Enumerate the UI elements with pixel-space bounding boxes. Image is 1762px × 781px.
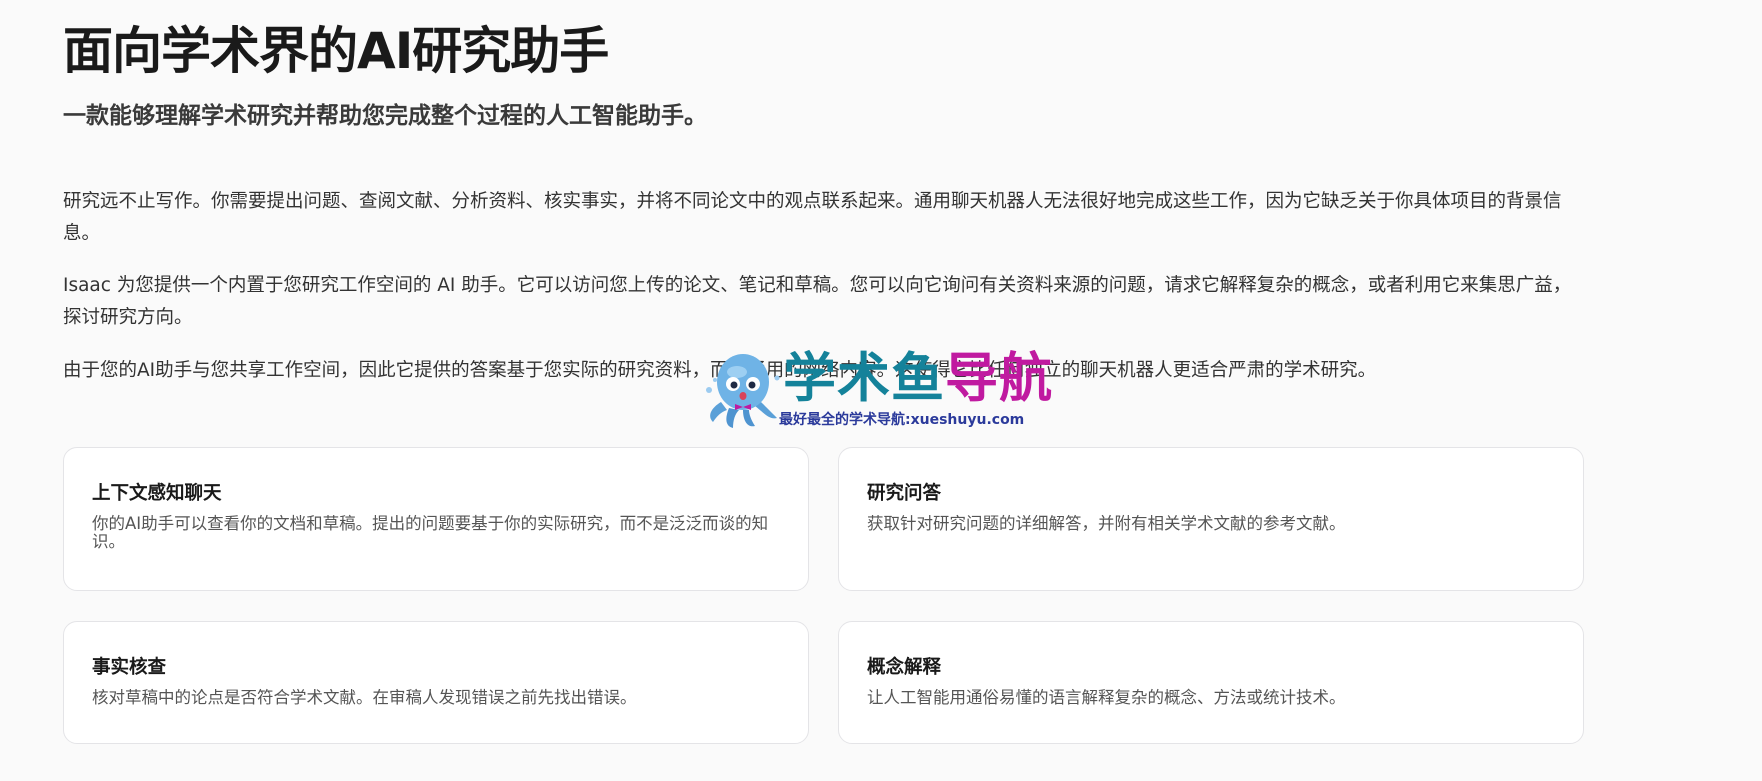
feature-card-title: 上下文感知聊天 — [92, 483, 222, 504]
watermark-logo: 学术鱼导航 最好最全的学术导航:xueshuyu.com — [703, 348, 1063, 432]
feature-card-research-qa: 研究问答 获取针对研究问题的详细解答，并附有相关学术文献的参考文献。 — [838, 447, 1584, 591]
feature-card-context-chat: 上下文感知聊天 你的AI助手可以查看你的文档和草稿。提出的问题要基于你的实际研究… — [63, 447, 809, 591]
page-subtitle: 一款能够理解学术研究并帮助您完成整个过程的人工智能助手。 — [63, 103, 707, 129]
watermark-brand-part1: 学术鱼 — [783, 348, 945, 409]
feature-card-fact-check: 事实核查 核对草稿中的论点是否符合学术文献。在审稿人发现错误之前先找出错误。 — [63, 621, 809, 744]
intro-paragraph-2: Isaac 为您提供一个内置于您研究工作空间的 AI 助手。它可以访问您上传的论… — [63, 275, 1572, 328]
feature-card-description: 核对草稿中的论点是否符合学术文献。在审稿人发现错误之前先找出错误。 — [92, 688, 637, 707]
feature-card-description: 让人工智能用通俗易懂的语言解释复杂的概念、方法或统计技术。 — [867, 688, 1346, 707]
feature-card-title: 研究问答 — [867, 483, 942, 504]
page-title: 面向学术界的AI研究助手 — [63, 22, 609, 80]
feature-card-concept-explain: 概念解释 让人工智能用通俗易懂的语言解释复杂的概念、方法或统计技术。 — [838, 621, 1584, 744]
watermark-slogan: 最好最全的学术导航:xueshuyu.com — [779, 412, 1025, 428]
watermark-brand-part2: 导航 — [945, 348, 1053, 409]
intro-paragraph-1: 研究远不止写作。你需要提出问题、查阅文献、分析资料、核实事实，并将不同论文中的观… — [63, 191, 1562, 244]
feature-card-description: 你的AI助手可以查看你的文档和草稿。提出的问题要基于你的实际研究，而不是泛泛而谈… — [92, 514, 769, 551]
feature-card-title: 事实核查 — [92, 657, 167, 678]
feature-card-title: 概念解释 — [867, 657, 942, 678]
watermark-brand: 学术鱼导航 — [783, 348, 1053, 410]
feature-card-description: 获取针对研究问题的详细解答，并附有相关学术文献的参考文献。 — [867, 514, 1346, 533]
octopus-mascot-icon — [706, 354, 780, 428]
page: 面向学术界的AI研究助手 一款能够理解学术研究并帮助您完成整个过程的人工智能助手… — [0, 0, 1762, 781]
